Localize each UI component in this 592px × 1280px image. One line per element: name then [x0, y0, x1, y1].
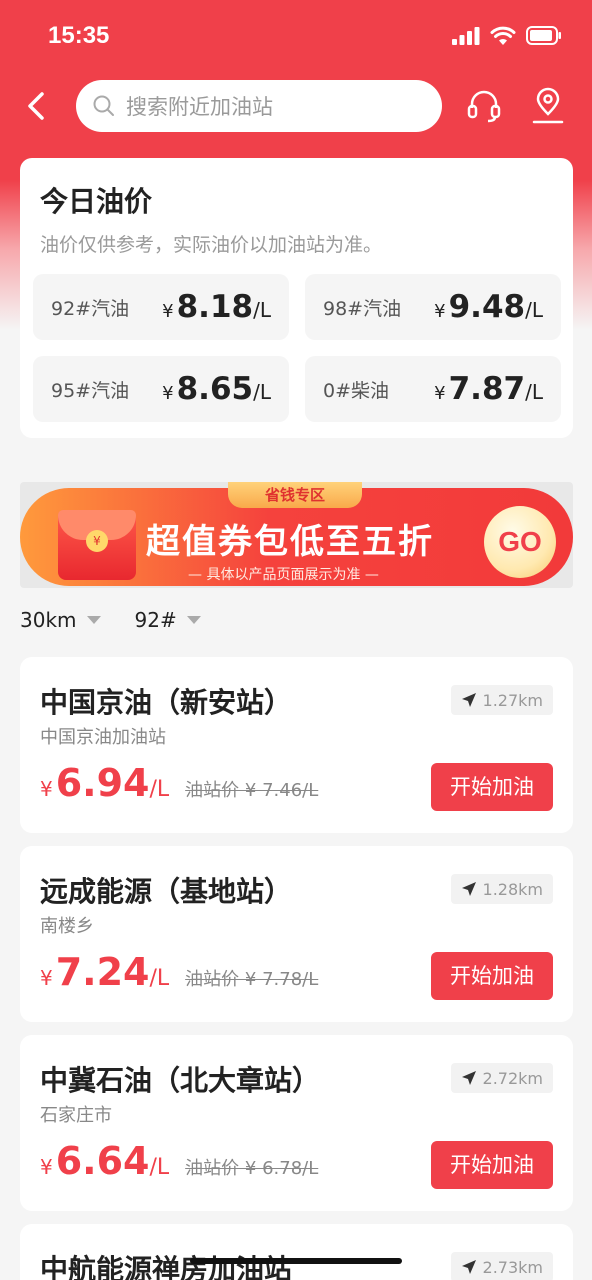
start-refuel-button[interactable]: 开始加油 — [431, 1141, 553, 1189]
caret-down-icon — [86, 616, 101, 624]
distance-value: 1.27km — [482, 690, 543, 710]
station-subtitle: 南楼乡 — [40, 916, 94, 937]
station-card[interactable]: 中航能源禅房加油站 2.73km — [20, 1224, 573, 1280]
navigation-arrow-icon — [461, 1071, 476, 1085]
navigation-arrow-icon — [461, 1260, 476, 1274]
fuel-name: 0#柴油 — [323, 379, 390, 402]
back-button[interactable] — [20, 88, 52, 124]
price-value: 8.18 — [176, 289, 254, 325]
navigation-arrow-icon — [461, 693, 476, 707]
price-unit: /L — [149, 1155, 170, 1180]
price-unit: /L — [525, 298, 543, 322]
station-name: 远成能源（基地站） — [40, 875, 293, 908]
price-value: 6.94 — [55, 761, 150, 805]
station-distance: 2.73km — [450, 1252, 553, 1280]
top-nav: 搜索附近加油站 — [0, 80, 592, 132]
original-price: 油站价 ¥ 7.46/L — [185, 780, 319, 801]
station-card[interactable]: 中冀石油（北大章站） 石家庄市 2.72km ¥ 6.64 /L 油站价 ¥ 6… — [20, 1035, 573, 1211]
original-price: 油站价 ¥ 7.78/L — [185, 969, 319, 990]
distance-filter-label: 30km — [20, 608, 77, 632]
distance-value: 2.73km — [482, 1257, 543, 1277]
start-refuel-button[interactable]: 开始加油 — [431, 763, 553, 811]
price-value: 7.24 — [55, 950, 150, 994]
currency-symbol: ¥ — [162, 301, 174, 322]
currency-symbol: ¥ — [162, 383, 174, 404]
price-value: 7.87 — [448, 371, 526, 407]
promo-headline: 超值券包低至五折 — [146, 522, 434, 562]
station-subtitle: 石家庄市 — [40, 1105, 112, 1126]
customer-service-button[interactable] — [464, 86, 504, 126]
promo-banner[interactable]: ¥ 超值券包低至五折 — 具体以产品页面展示为准 — GO 省钱专区 — [20, 482, 573, 588]
price-unit: /L — [149, 966, 170, 991]
status-time: 15:35 — [48, 22, 110, 49]
fuel-price: ¥ 8.65 /L — [162, 371, 271, 407]
fuel-price-card: 今日油价 油价仅供参考，实际油价以加油站为准。 92#汽油 ¥ 8.18 /L … — [20, 158, 573, 438]
station-price: ¥ 7.24 /L 油站价 ¥ 7.78/L — [40, 950, 318, 994]
station-card[interactable]: 中国京油（新安站） 中国京油加油站 1.27km ¥ 6.94 /L 油站价 ¥… — [20, 657, 573, 833]
fuel-name: 95#汽油 — [51, 379, 130, 402]
search-icon — [93, 95, 114, 116]
price-value: 9.48 — [448, 289, 526, 325]
station-distance: 1.28km — [450, 874, 553, 904]
currency-symbol: ¥ — [40, 1155, 53, 1179]
signal-icon — [452, 26, 480, 45]
distance-filter[interactable]: 30km — [20, 608, 101, 632]
search-placeholder: 搜索附近加油站 — [126, 95, 273, 119]
station-distance: 1.27km — [450, 685, 553, 715]
fuel-price-item: 92#汽油 ¥ 8.18 /L — [33, 274, 289, 340]
fuel-price-title: 今日油价 — [40, 185, 153, 218]
original-price: 油站价 ¥ 6.78/L — [185, 1158, 319, 1179]
promo-tag: 省钱专区 — [228, 482, 362, 508]
filter-bar: 30km 92# — [20, 604, 201, 636]
price-value: 6.64 — [55, 1139, 150, 1183]
fuel-price: ¥ 9.48 /L — [434, 289, 543, 325]
location-pin-icon — [532, 87, 564, 124]
navigation-arrow-icon — [461, 882, 476, 896]
fuel-price: ¥ 8.18 /L — [162, 289, 271, 325]
distance-value: 2.72km — [482, 1068, 543, 1088]
battery-icon — [526, 26, 561, 45]
price-unit: /L — [149, 777, 170, 802]
fuel-price-item: 95#汽油 ¥ 8.65 /L — [33, 356, 289, 422]
search-input[interactable]: 搜索附近加油站 — [76, 80, 442, 132]
home-indicator[interactable] — [190, 1258, 402, 1264]
station-name: 中国京油（新安站） — [40, 686, 293, 719]
station-price: ¥ 6.64 /L 油站价 ¥ 6.78/L — [40, 1139, 318, 1183]
fuel-name: 92#汽油 — [51, 297, 130, 320]
wifi-icon — [490, 26, 516, 45]
currency-symbol: ¥ — [434, 383, 446, 404]
price-unit: /L — [253, 298, 271, 322]
currency-symbol: ¥ — [434, 301, 446, 322]
price-unit: /L — [525, 380, 543, 404]
start-refuel-button[interactable]: 开始加油 — [431, 952, 553, 1000]
fuel-price-item: 0#柴油 ¥ 7.87 /L — [305, 356, 561, 422]
headset-icon — [467, 90, 501, 123]
station-name: 中冀石油（北大章站） — [40, 1064, 321, 1097]
promo-go-button[interactable]: GO — [484, 506, 556, 578]
fuel-name: 98#汽油 — [323, 297, 402, 320]
price-value: 8.65 — [176, 371, 254, 407]
station-price: ¥ 6.94 /L 油站价 ¥ 7.46/L — [40, 761, 318, 805]
currency-symbol: ¥ — [40, 966, 53, 990]
status-icons — [452, 26, 562, 45]
chevron-left-icon — [28, 92, 44, 120]
station-name: 中航能源禅房加油站 — [40, 1253, 293, 1280]
status-bar: 15:35 — [0, 0, 592, 70]
promo-disclaimer: — 具体以产品页面展示为准 — — [188, 567, 379, 583]
station-subtitle: 中国京油加油站 — [40, 727, 166, 748]
location-button[interactable] — [528, 86, 568, 126]
fuel-price-note: 油价仅供参考，实际油价以加油站为准。 — [40, 234, 383, 256]
station-card[interactable]: 远成能源（基地站） 南楼乡 1.28km ¥ 7.24 /L 油站价 ¥ 7.7… — [20, 846, 573, 1022]
fuel-price: ¥ 7.87 /L — [434, 371, 543, 407]
fuel-price-item: 98#汽油 ¥ 9.48 /L — [305, 274, 561, 340]
distance-value: 1.28km — [482, 879, 543, 899]
currency-symbol: ¥ — [40, 777, 53, 801]
fuel-type-filter[interactable]: 92# — [135, 608, 201, 632]
red-envelope-icon: ¥ — [58, 510, 136, 580]
price-unit: /L — [253, 380, 271, 404]
station-distance: 2.72km — [450, 1063, 553, 1093]
fuel-type-filter-label: 92# — [134, 608, 177, 632]
caret-down-icon — [186, 616, 201, 624]
